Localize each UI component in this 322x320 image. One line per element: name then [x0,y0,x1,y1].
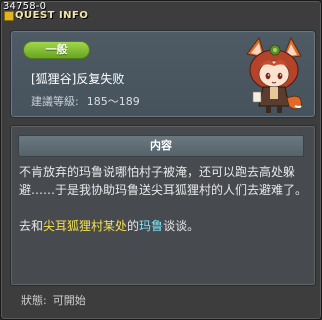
content-paragraph-2: 去和尖耳狐狸村某处的玛鲁谈谈。 [19,217,307,235]
window-title: QUEST INFO [15,10,89,21]
content-paragraph-1: 不肯放弃的玛鲁说哪怕村子被淹，还可以跑去高处躲避……于是我协助玛鲁送尖耳狐狸村的… [19,165,308,197]
content-header: 内容 [18,135,304,157]
content-p2-prefix: 去和 [19,219,44,233]
npc-link[interactable]: 玛鲁 [139,219,163,233]
quest-info-window: 34758-0 QUEST INFO 一般 [狐狸谷]反复失败 建議等級: 185… [0,0,322,320]
status-value: 可開始 [52,294,86,307]
level-range: 185～189 [86,95,140,108]
quest-title-icon [4,11,14,21]
content-text: 不肯放弃的玛鲁说哪怕村子被淹，还可以跑去高处躲避……于是我协助玛鲁送尖耳狐狸村的… [19,163,307,235]
content-p2-mid: 的 [127,219,140,233]
recommended-level: 建議等級: 185～189 [31,93,140,109]
status-label: 狀態: [21,294,47,307]
fox-girl-npc-icon [246,36,302,113]
quest-content-panel: 内容 不肯放弃的玛鲁说哪怕村子被淹，还可以跑去高处躲避……于是我协助玛鲁送尖耳狐… [10,125,316,286]
content-p2-suffix: 谈谈。 [163,219,200,233]
category-badge: 一般 [23,41,90,59]
level-label: 建議等級: [31,95,79,108]
location-link[interactable]: 尖耳狐狸村某处 [43,219,127,233]
quest-status: 狀態: 可開始 [21,292,86,308]
quest-summary-panel: 一般 [狐狸谷]反复失败 建議等級: 185～189 [10,30,316,118]
quest-name: [狐狸谷]反复失败 [31,72,125,86]
